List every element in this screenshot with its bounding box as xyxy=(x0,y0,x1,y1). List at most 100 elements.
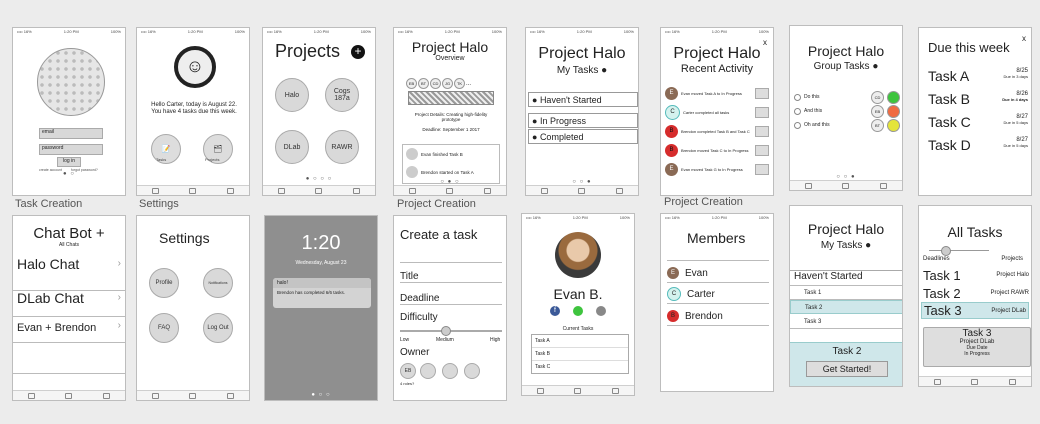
more-members[interactable]: ... xyxy=(466,81,471,87)
create-task-screen: Create a task Title Deadline Difficulty … xyxy=(393,215,507,401)
status-bar xyxy=(790,26,902,34)
project-cogs[interactable]: Cogs 187a xyxy=(325,78,359,112)
status-bar: •••• 16% 1:20 PM 100% xyxy=(267,29,371,34)
due-item[interactable]: Task A 8/25 Due in 3 days xyxy=(928,68,1028,91)
due-item[interactable]: Task C 8/27 Due in 5 days xyxy=(928,114,1028,137)
due-item[interactable]: Task D 8/27 Due in 5 days xyxy=(928,137,1028,160)
activity-item[interactable]: E Evan moved Task A to In Progress xyxy=(665,84,769,103)
task-item[interactable]: Task A xyxy=(532,335,628,348)
tab-bar[interactable] xyxy=(526,185,638,195)
owner-label: Owner xyxy=(400,347,430,358)
slider-thumb[interactable] xyxy=(941,246,951,256)
notification-card[interactable]: halo! Brendon has completed 6/6 tasks. xyxy=(273,278,371,308)
task-item[interactable]: Task C xyxy=(532,361,628,373)
logout-button[interactable]: Log Out xyxy=(203,313,233,343)
section-completed[interactable]: ● Completed xyxy=(528,129,638,144)
owner-slot[interactable] xyxy=(420,363,436,379)
greeting-text: Hello Carter, today is August 22. You ha… xyxy=(151,102,237,115)
chat-item[interactable]: Halo Chat › xyxy=(13,252,125,291)
notification-message: Brendon has completed 6/6 tasks. xyxy=(277,290,346,295)
project-dlab[interactable]: DLab xyxy=(275,130,309,164)
login-button[interactable]: log in xyxy=(57,157,81,167)
member-row[interactable]: B Brendon xyxy=(667,307,769,326)
task-detail-screen: Project Halo My Tasks ● Haven't Started … xyxy=(789,205,903,387)
tab-bar[interactable] xyxy=(522,385,634,395)
tab-bar[interactable] xyxy=(137,185,249,195)
detail-task-item[interactable]: Task 1 xyxy=(790,286,902,300)
owner-badge[interactable]: EB xyxy=(400,363,416,379)
profile-name: Evan B. xyxy=(553,286,603,302)
settings-screen: Settings Profile Notifications FAQ Log O… xyxy=(136,215,250,401)
group-task-item[interactable]: And this EB xyxy=(794,104,900,118)
page-dots: ● ○ ○ xyxy=(311,392,331,398)
member-badge[interactable]: EB xyxy=(406,78,417,89)
close-icon[interactable]: x xyxy=(763,38,767,47)
member-badge[interactable]: BT xyxy=(418,78,429,89)
member-row[interactable]: C Carter xyxy=(667,285,769,304)
activity-item[interactable]: C Carter completed all tasks xyxy=(665,103,769,122)
chat-item[interactable]: Evan + Brendon › xyxy=(13,316,125,343)
page-dots: ● ○ xyxy=(63,171,75,177)
project-rawr[interactable]: RAWR xyxy=(325,130,359,164)
label-project-creation-1: Project Creation xyxy=(397,198,476,210)
group-tasks-screen: Project Halo Group Tasks ● Do this CD And… xyxy=(789,25,903,191)
tab-bar[interactable] xyxy=(919,376,1031,386)
slider-thumb[interactable] xyxy=(441,326,451,336)
project-deadline: Deadline: September 1 2017 xyxy=(422,127,480,132)
facebook-icon[interactable]: f xyxy=(550,306,560,316)
activity-item[interactable]: B Brendon moved Task C to In Progress xyxy=(665,141,769,160)
owner-slot[interactable] xyxy=(442,363,458,379)
notifications-button[interactable]: Notifications xyxy=(203,268,233,298)
activity-item[interactable]: B Brendon completed Task B and Task C xyxy=(665,122,769,141)
profile-button[interactable]: Profile xyxy=(149,268,179,298)
section-in-progress[interactable]: ● In Progress xyxy=(528,113,638,128)
projects-title: Projects xyxy=(275,41,341,61)
member-badge[interactable]: TK xyxy=(454,78,465,89)
due-item[interactable]: Task B 8/26 Due in 4 days xyxy=(928,91,1028,114)
detail-task-item-selected[interactable]: Task 2 xyxy=(790,300,902,314)
message-icon[interactable] xyxy=(573,306,583,316)
activity-feed: Evan finished Task B Brendon started on … xyxy=(402,144,500,184)
add-project-button[interactable]: + xyxy=(351,45,365,59)
member-row[interactable]: E Evan xyxy=(667,264,769,283)
my-tasks-title: Project Halo xyxy=(538,45,626,62)
deadline-field[interactable]: Deadline xyxy=(400,288,502,305)
group-task-item[interactable]: Oh and this BT xyxy=(794,118,900,132)
deadline-slider[interactable] xyxy=(929,250,989,251)
activity-item[interactable]: E Evan moved Task G to In Progress xyxy=(665,160,769,179)
get-started-button[interactable]: Get Started! xyxy=(806,361,888,377)
section-not-started[interactable]: ● Haven't Started xyxy=(528,92,638,107)
project-halo[interactable]: Halo xyxy=(275,78,309,112)
tab-bar[interactable] xyxy=(137,390,249,400)
tab-bar[interactable] xyxy=(263,185,375,195)
tab-bar[interactable] xyxy=(790,180,902,190)
detail-section[interactable]: Haven't Started xyxy=(790,270,902,286)
all-task-row[interactable]: Task 2 Project RAWR xyxy=(923,285,1029,301)
task-item[interactable]: Task B xyxy=(532,348,628,361)
title-field[interactable]: Title xyxy=(400,266,502,283)
feed-item[interactable]: Evan finished Task B xyxy=(403,145,499,163)
owner-slot[interactable] xyxy=(464,363,480,379)
task-card[interactable]: Task 3 Project DLab Due Date In Progress xyxy=(923,327,1031,367)
overview-screen: •••• 16% 1:20 PM 100% Project Halo Overvie… xyxy=(393,27,507,196)
all-task-row[interactable]: Task 1 Project Halo xyxy=(923,267,1029,283)
faq-button[interactable]: FAQ xyxy=(149,313,179,343)
close-icon[interactable]: x xyxy=(1022,34,1026,43)
tab-bar[interactable] xyxy=(13,390,125,400)
detail-task-item[interactable]: Task 3 xyxy=(790,315,902,329)
member-badge[interactable]: CD xyxy=(430,78,441,89)
member-badge[interactable]: JG xyxy=(442,78,453,89)
email-icon[interactable] xyxy=(596,306,606,316)
chat-item[interactable]: DLab Chat › xyxy=(13,290,125,317)
difficulty-slider[interactable] xyxy=(400,330,502,332)
group-task-item[interactable]: Do this CD xyxy=(794,90,900,104)
all-tasks-title: All Tasks xyxy=(947,224,1003,240)
all-task-row-selected[interactable]: Task 3 Project DLab xyxy=(921,302,1029,319)
tab-bar[interactable] xyxy=(394,185,506,195)
chat-divider xyxy=(13,372,125,374)
due-screen: x Due this week Task A 8/25 Due in 3 days … xyxy=(918,27,1032,196)
home-screen: •••• 16% 1:20 PM 100% ☺ Hello Carter, toda… xyxy=(136,27,250,196)
activity-title: Project Halo xyxy=(673,45,761,62)
email-field[interactable]: email xyxy=(39,128,103,139)
password-field[interactable]: password xyxy=(39,144,103,155)
